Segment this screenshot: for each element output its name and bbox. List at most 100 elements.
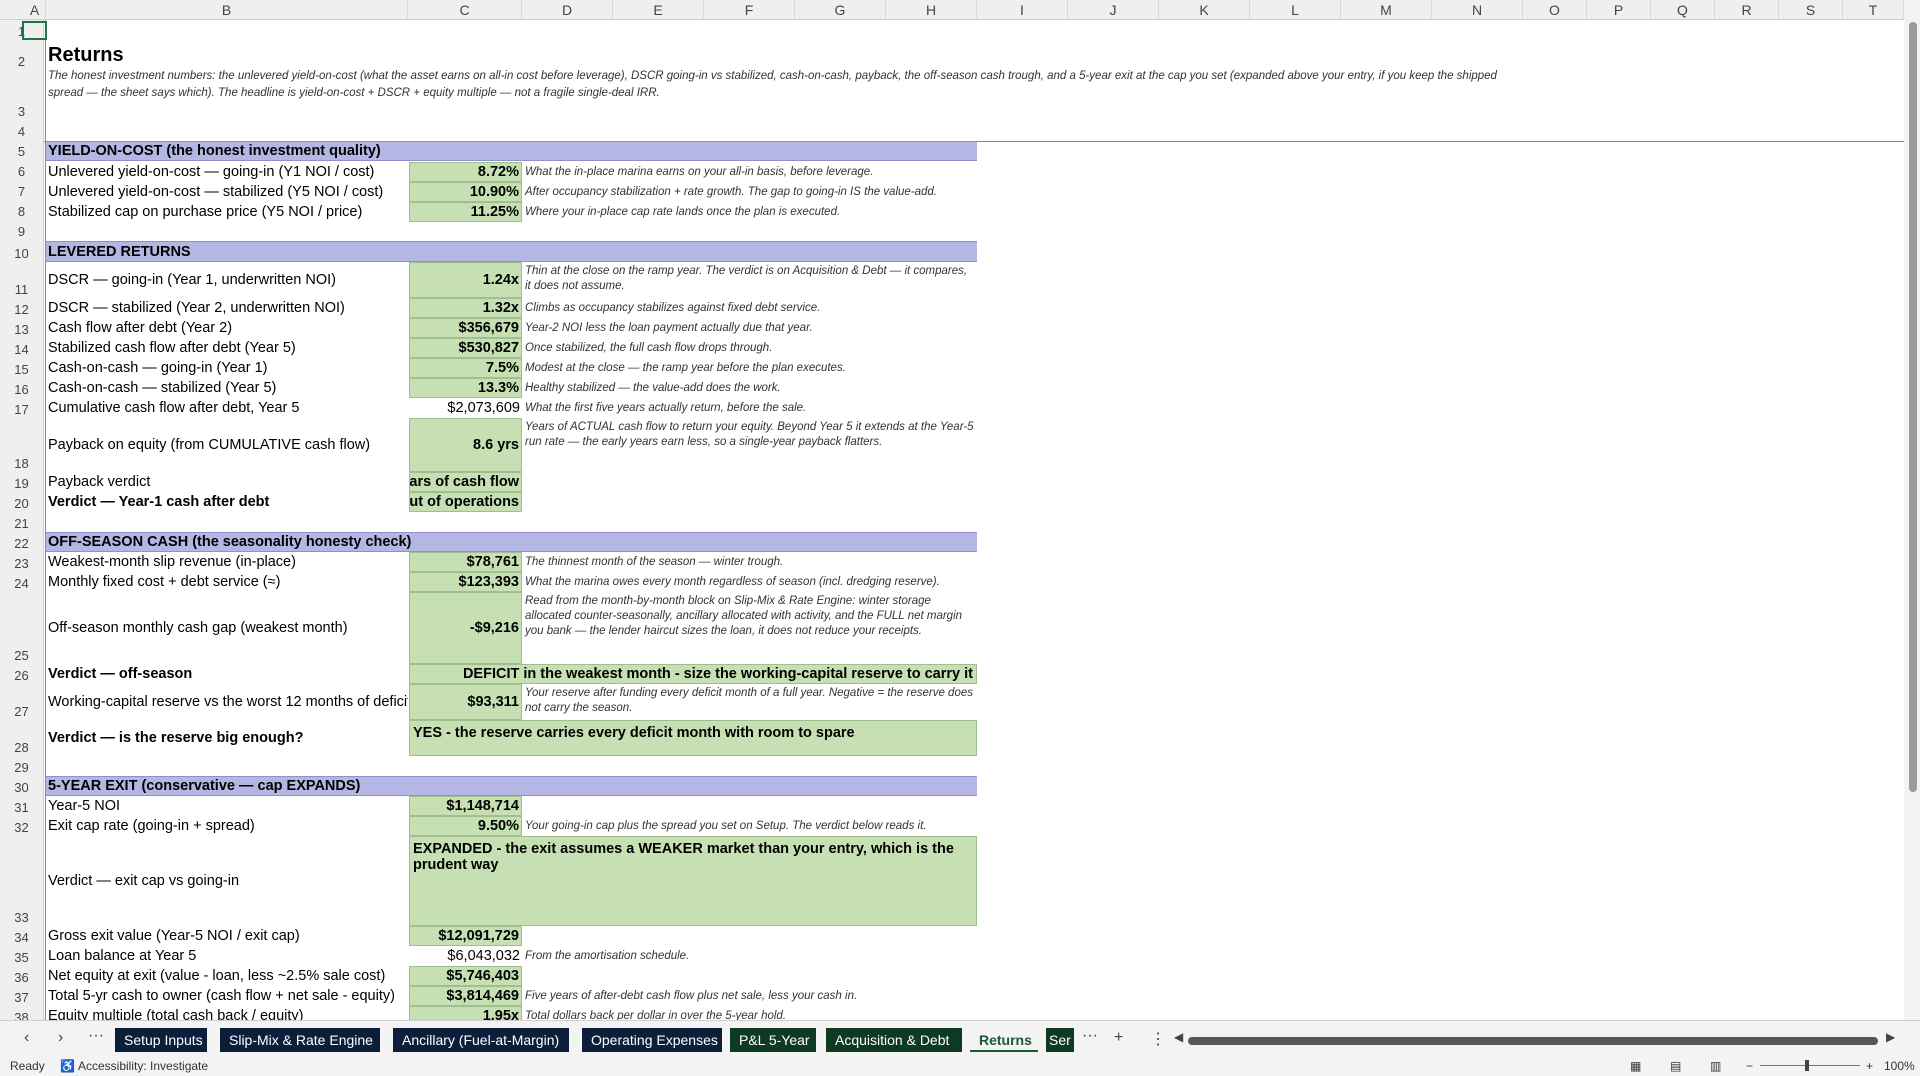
column-header-q[interactable]: Q (1651, 0, 1715, 20)
tab-scroll-prev-icon[interactable]: ‹ (24, 1029, 29, 1047)
normal-view-icon[interactable]: ▦ (1630, 1059, 1641, 1073)
verdict-exit-cap[interactable]: EXPANDED - the exit assumes a WEAKER mar… (409, 836, 977, 926)
column-header-e[interactable]: E (613, 0, 704, 20)
value-cell[interactable]: 9.50% (409, 816, 522, 836)
value-cell[interactable]: $1,148,714 (409, 796, 522, 816)
horizontal-scrollbar[interactable] (1188, 1037, 1878, 1045)
tab-setup-inputs[interactable]: Setup Inputs (115, 1028, 207, 1052)
row-header-25[interactable]: 25 (0, 592, 44, 664)
zoom-slider[interactable] (1760, 1065, 1860, 1066)
row-header-12[interactable]: 12 (0, 298, 44, 318)
value-cell[interactable]: $93,311 (409, 684, 522, 720)
zoom-out-button[interactable]: − (1746, 1059, 1753, 1073)
row-header-24[interactable]: 24 (0, 572, 44, 592)
more-tabs-right-icon[interactable]: ··· (1082, 1027, 1098, 1045)
row-header-38[interactable]: 38 (0, 1006, 44, 1020)
row-header-3[interactable]: 3 (0, 70, 44, 120)
row-header-7[interactable]: 7 (0, 180, 44, 200)
accessibility-status[interactable]: Accessibility: Investigate (78, 1059, 208, 1073)
tab-sensitivity-partial[interactable]: Ser (1046, 1028, 1074, 1052)
column-header-r[interactable]: R (1715, 0, 1779, 20)
more-tabs-left-icon[interactable]: ··· (88, 1027, 104, 1045)
column-header-b[interactable]: B (46, 0, 408, 20)
value-cell[interactable]: $6,043,032 (409, 946, 522, 966)
value-cell[interactable]: $3,814,469 (409, 986, 522, 1006)
row-header-34[interactable]: 34 (0, 926, 44, 946)
column-header-g[interactable]: G (795, 0, 886, 20)
vertical-scroll-thumb[interactable] (1909, 22, 1917, 792)
value-cell[interactable]: 11.25% (409, 202, 522, 222)
value-cell[interactable]: 1.32x (409, 298, 522, 318)
row-header-10[interactable]: 10 (0, 240, 44, 262)
row-header-2[interactable]: 2 (0, 40, 44, 70)
row-header-11[interactable]: 11 (0, 262, 44, 298)
column-header-o[interactable]: O (1523, 0, 1587, 20)
row-header-35[interactable]: 35 (0, 946, 44, 966)
row-header-29[interactable]: 29 (0, 756, 44, 776)
column-header-f[interactable]: F (704, 0, 795, 20)
tab-slip-mix-rate-engine[interactable]: Slip-Mix & Rate Engine (220, 1028, 380, 1052)
row-header-14[interactable]: 14 (0, 338, 44, 358)
verdict-off-season[interactable]: DEFICIT in the weakest month - size the … (409, 664, 977, 684)
tab-returns[interactable]: Returns (970, 1028, 1038, 1052)
page-break-view-icon[interactable]: ▥ (1710, 1059, 1721, 1073)
value-cell[interactable]: $78,761 (409, 552, 522, 572)
row-header-19[interactable]: 19 (0, 472, 44, 492)
row-header-23[interactable]: 23 (0, 552, 44, 572)
column-header-k[interactable]: K (1159, 0, 1250, 20)
column-header-s[interactable]: S (1779, 0, 1843, 20)
value-cell[interactable]: $123,393 (409, 572, 522, 592)
row-header-21[interactable]: 21 (0, 512, 44, 532)
column-header-t[interactable]: T (1843, 0, 1904, 20)
row-header-32[interactable]: 32 (0, 816, 44, 836)
hscroll-right-icon[interactable]: ▶ (1886, 1030, 1895, 1044)
verdict-reserve[interactable]: YES - the reserve carries every deficit … (409, 720, 977, 756)
row-header-27[interactable]: 27 (0, 684, 44, 720)
value-cell[interactable]: $2,073,609 (409, 398, 522, 418)
page-layout-view-icon[interactable]: ▤ (1670, 1059, 1681, 1073)
column-header-l[interactable]: L (1250, 0, 1341, 20)
row-header-4[interactable]: 4 (0, 120, 44, 140)
tab-scroll-next-icon[interactable]: › (58, 1029, 63, 1047)
spreadsheet-grid[interactable]: A B C D E F G H I J K L M N O P Q R S T … (0, 0, 1920, 1020)
column-header-d[interactable]: D (522, 0, 613, 20)
value-cell[interactable]: $530,827 (409, 338, 522, 358)
row-header-20[interactable]: 20 (0, 492, 44, 512)
row-header-15[interactable]: 15 (0, 358, 44, 378)
row-header-13[interactable]: 13 (0, 318, 44, 338)
row-header-33[interactable]: 33 (0, 836, 44, 926)
value-cell[interactable]: 13.3% (409, 378, 522, 398)
row-header-17[interactable]: 17 (0, 398, 44, 418)
tab-ancillary[interactable]: Ancillary (Fuel-at-Margin) (393, 1028, 569, 1052)
row-header-8[interactable]: 8 (0, 200, 44, 220)
value-cell[interactable]: 8.72% (409, 162, 522, 182)
column-header-m[interactable]: M (1341, 0, 1432, 20)
row-header-22[interactable]: 22 (0, 532, 44, 552)
column-header-p[interactable]: P (1587, 0, 1651, 20)
value-cell[interactable]: 8.6 yrs (409, 418, 522, 472)
tab-operating-expenses[interactable]: Operating Expenses (582, 1028, 722, 1052)
column-header-h[interactable]: H (886, 0, 977, 20)
row-header-37[interactable]: 37 (0, 986, 44, 1006)
row-header-36[interactable]: 36 (0, 966, 44, 986)
row-header-5[interactable]: 5 (0, 140, 44, 160)
row-header-18[interactable]: 18 (0, 418, 44, 472)
column-header-j[interactable]: J (1068, 0, 1159, 20)
zoom-level[interactable]: 100% (1884, 1059, 1915, 1073)
hscroll-left-icon[interactable]: ◀ (1174, 1030, 1183, 1044)
column-header-i[interactable]: I (977, 0, 1068, 20)
column-header-n[interactable]: N (1432, 0, 1523, 20)
tab-acquisition-debt[interactable]: Acquisition & Debt (826, 1028, 962, 1052)
vertical-scrollbar[interactable] (1904, 0, 1920, 1020)
column-header-c[interactable]: C (408, 0, 522, 20)
value-cell[interactable]: 1.24x (409, 262, 522, 298)
row-header-6[interactable]: 6 (0, 160, 44, 180)
row-header-9[interactable]: 9 (0, 220, 44, 240)
accessibility-icon[interactable]: ♿ (60, 1059, 75, 1073)
value-cell[interactable]: years of cash flow (409, 472, 522, 492)
column-header-a[interactable]: A (24, 0, 46, 20)
tab-pl-5-year[interactable]: P&L 5-Year (730, 1028, 816, 1052)
row-header-30[interactable]: 30 (0, 776, 44, 796)
row-header-31[interactable]: 31 (0, 796, 44, 816)
row-header-26[interactable]: 26 (0, 664, 44, 684)
